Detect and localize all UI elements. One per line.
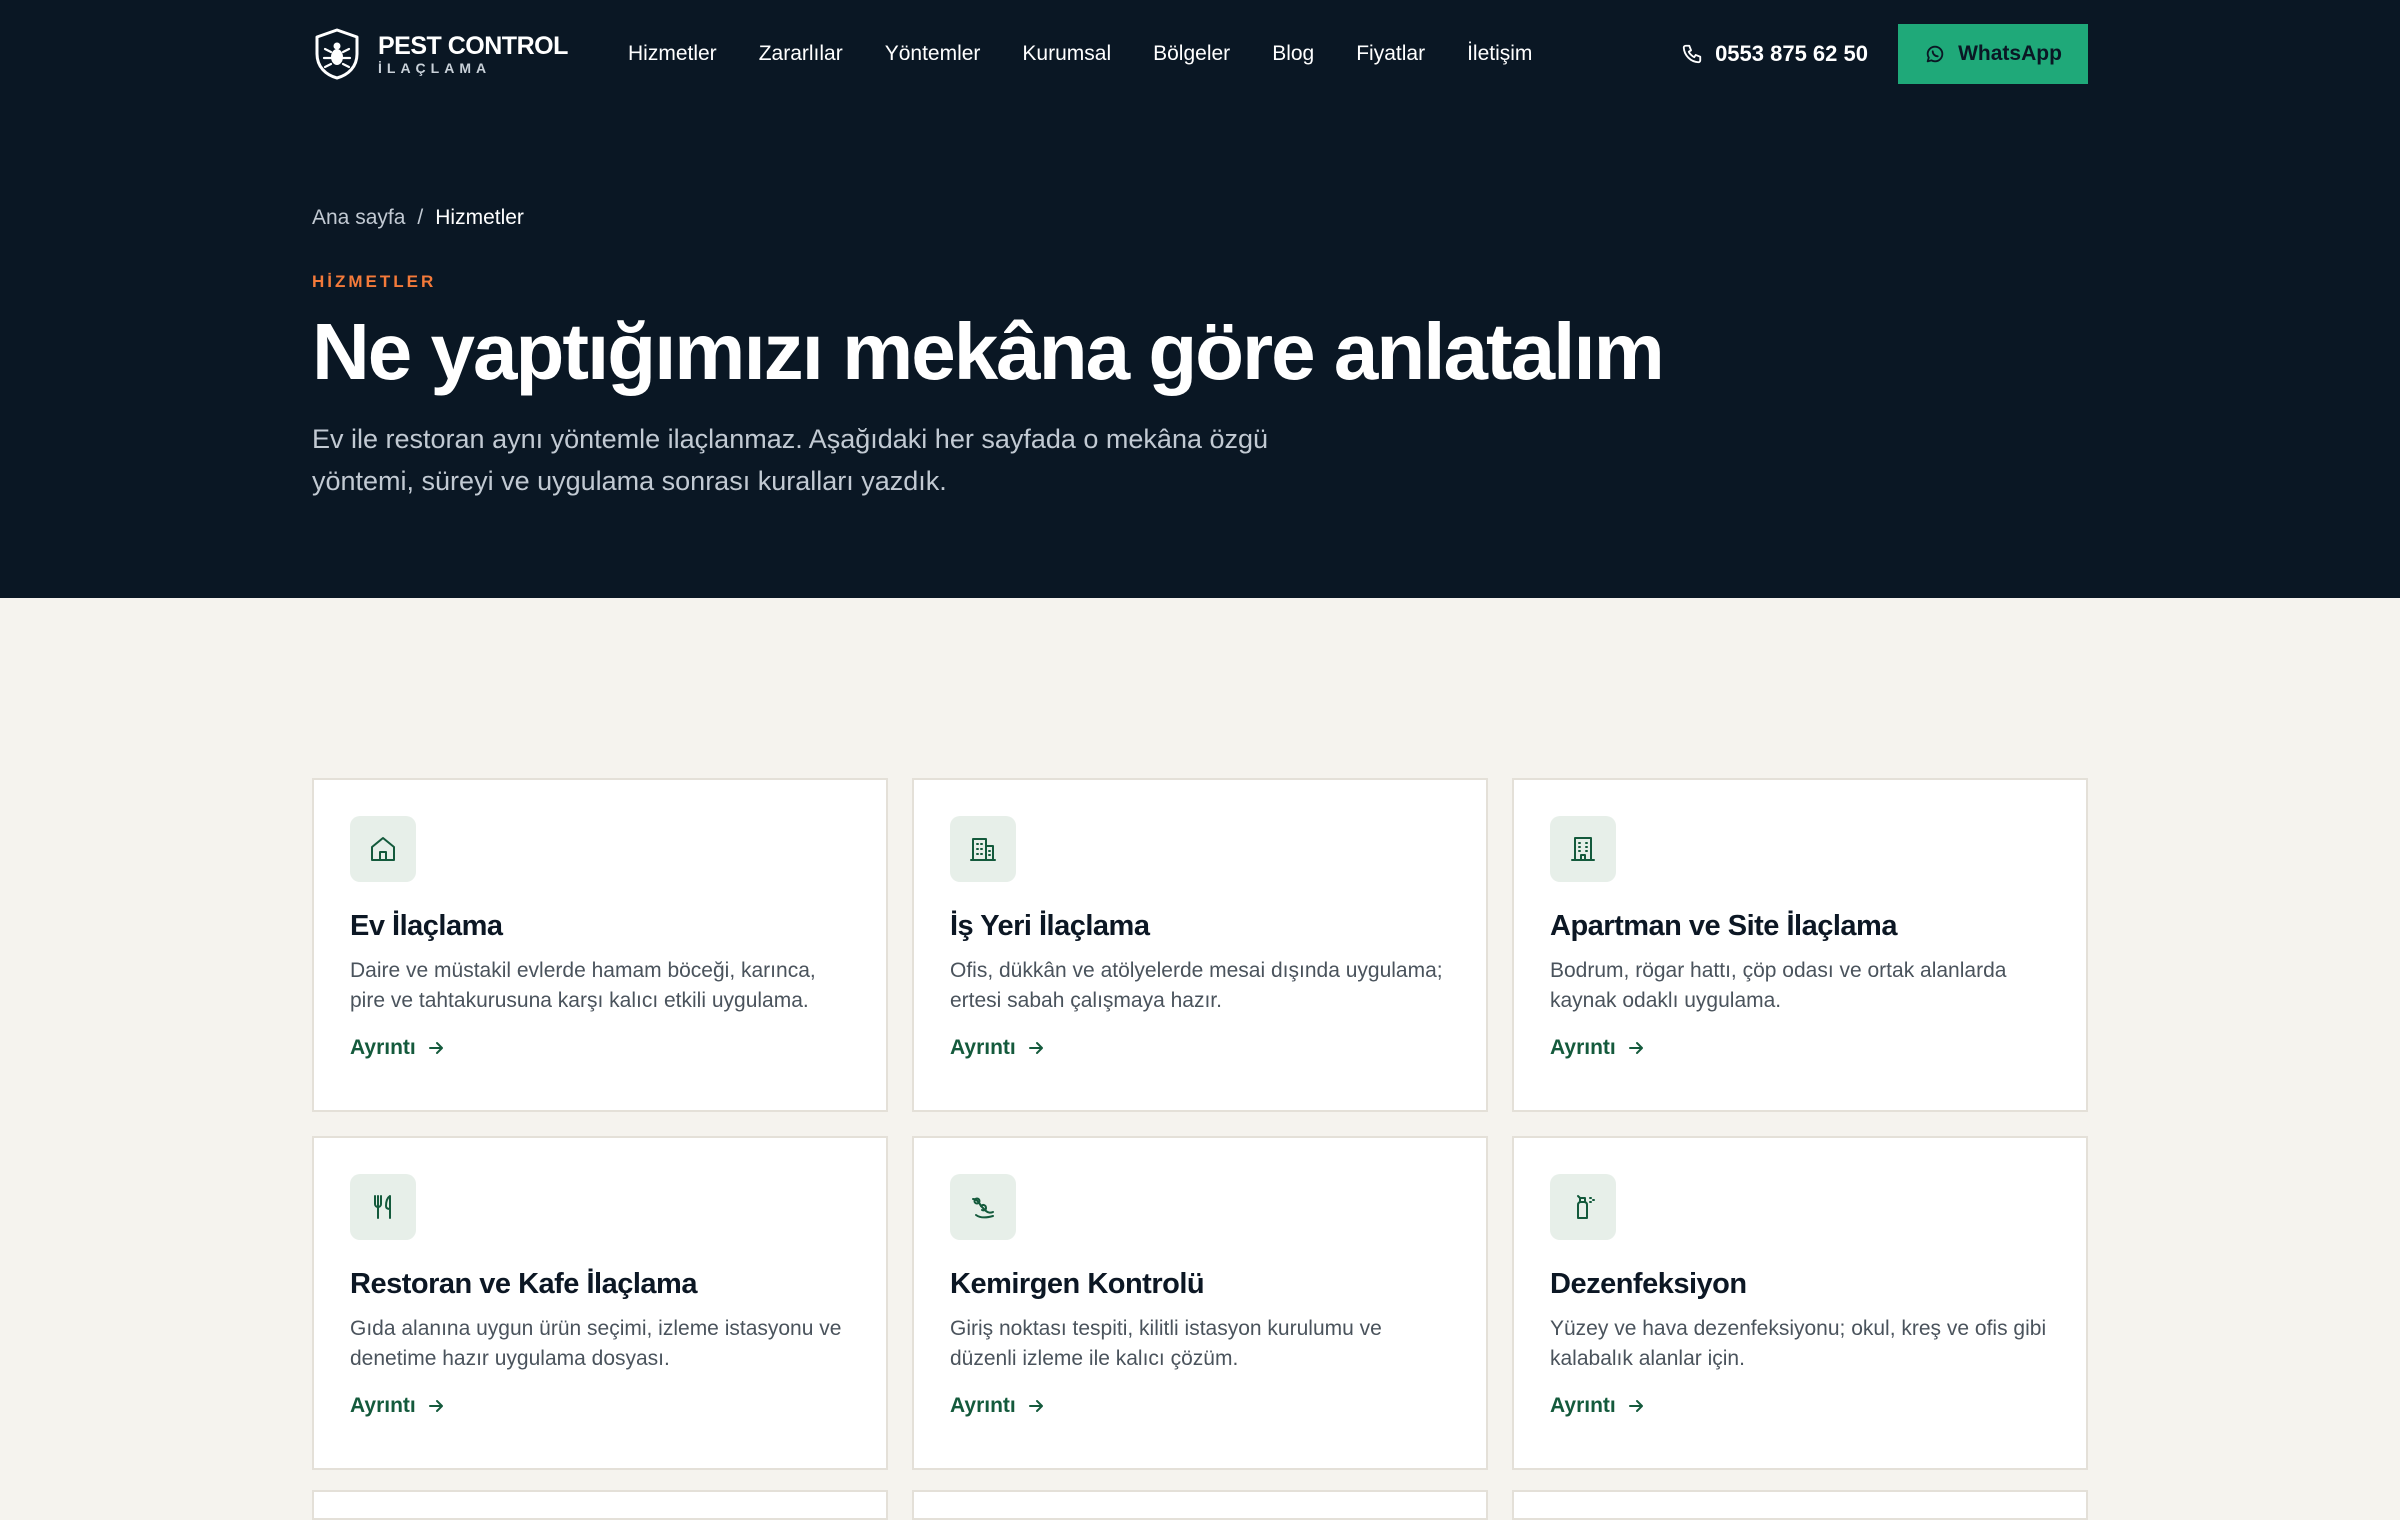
breadcrumb-home[interactable]: Ana sayfa: [312, 206, 405, 230]
nav-item-zararlilar[interactable]: Zararlılar: [759, 42, 843, 66]
service-card-partial[interactable]: [1512, 1490, 2088, 1520]
hero-section: PEST CONTROL İLAÇLAMA Hizmetler Zararlıl…: [0, 0, 2400, 598]
service-detail-link[interactable]: Ayrıntı: [1550, 1394, 1646, 1418]
main-menu: Hizmetler Zararlılar Yöntemler Kurumsal …: [628, 22, 1532, 86]
brand-text: PEST CONTROL İLAÇLAMA: [378, 32, 568, 76]
shield-bug-icon: [312, 27, 362, 81]
service-card-partial[interactable]: [912, 1490, 1488, 1520]
services-grid: Ev İlaçlama Daire ve müstakil evlerde ha…: [312, 778, 2088, 1470]
service-title: İş Yeri İlaçlama: [950, 910, 1150, 942]
nav-item-yontemler[interactable]: Yöntemler: [885, 42, 981, 66]
apartment-building-icon: [1550, 816, 1616, 882]
service-card-partial[interactable]: [312, 1490, 888, 1520]
service-title: Ev İlaçlama: [350, 910, 503, 942]
service-description: Yüzey ve hava dezenfeksiyonu; okul, kreş…: [1550, 1317, 2047, 1370]
detail-link-label: Ayrıntı: [350, 1394, 416, 1417]
service-card-apartman[interactable]: Apartman ve Site İlaçlama Bodrum, rögar …: [1512, 778, 2088, 1112]
service-detail-link[interactable]: Ayrıntı: [350, 1036, 446, 1060]
service-card-restoran[interactable]: Restoran ve Kafe İlaçlama Gıda alanına u…: [312, 1136, 888, 1470]
service-title: Restoran ve Kafe İlaçlama: [350, 1268, 697, 1300]
top-navigation: PEST CONTROL İLAÇLAMA Hizmetler Zararlıl…: [312, 22, 2088, 86]
nav-item-blog[interactable]: Blog: [1272, 42, 1314, 66]
breadcrumb: Ana sayfa / Hizmetler: [312, 206, 524, 230]
service-detail-link[interactable]: Ayrıntı: [950, 1394, 1046, 1418]
whatsapp-icon: [1924, 43, 1946, 65]
service-card-dezenfeksiyon[interactable]: Dezenfeksiyon Yüzey ve hava dezenfeksiyo…: [1512, 1136, 2088, 1470]
breadcrumb-current: Hizmetler: [435, 206, 524, 229]
detail-link-label: Ayrıntı: [950, 1036, 1016, 1059]
spray-bottle-icon: [1550, 1174, 1616, 1240]
arrow-right-icon: [426, 1038, 446, 1058]
whatsapp-button[interactable]: WhatsApp: [1898, 24, 2088, 84]
nav-item-iletisim[interactable]: İletişim: [1467, 42, 1532, 66]
service-title: Apartman ve Site İlaçlama: [1550, 910, 1897, 942]
utensils-icon: [350, 1174, 416, 1240]
service-detail-link[interactable]: Ayrıntı: [1550, 1036, 1646, 1060]
page-description: Ev ile restoran aynı yöntemle ilaçlanmaz…: [312, 424, 1269, 496]
page-title: Ne yaptığımızı mekâna göre anlatalım: [312, 307, 1665, 396]
detail-link-label: Ayrıntı: [1550, 1394, 1616, 1417]
detail-link-label: Ayrıntı: [350, 1036, 416, 1059]
arrow-right-icon: [1626, 1396, 1646, 1416]
service-title: Dezenfeksiyon: [1550, 1268, 1747, 1300]
arrow-right-icon: [1626, 1038, 1646, 1058]
arrow-right-icon: [1026, 1038, 1046, 1058]
brand-title: PEST CONTROL: [378, 32, 568, 60]
service-title: Kemirgen Kontrolü: [950, 1268, 1205, 1300]
brand-subtitle: İLAÇLAMA: [378, 60, 492, 76]
detail-link-label: Ayrıntı: [950, 1394, 1016, 1417]
nav-item-bolgeler[interactable]: Bölgeler: [1153, 42, 1230, 66]
service-description: Giriş noktası tespiti, kilitli istasyon …: [950, 1317, 1382, 1370]
brand-logo[interactable]: PEST CONTROL İLAÇLAMA: [312, 22, 628, 86]
nav-item-kurumsal[interactable]: Kurumsal: [1022, 42, 1111, 66]
nav-contact: 0553 875 62 50 WhatsApp: [1681, 24, 2088, 84]
rodent-icon: [950, 1174, 1016, 1240]
office-building-icon: [950, 816, 1016, 882]
phone-link[interactable]: 0553 875 62 50: [1681, 41, 1868, 67]
service-detail-link[interactable]: Ayrıntı: [950, 1036, 1046, 1060]
nav-item-fiyatlar[interactable]: Fiyatlar: [1356, 42, 1425, 66]
nav-item-hizmetler[interactable]: Hizmetler: [628, 42, 717, 66]
service-detail-link[interactable]: Ayrıntı: [350, 1394, 446, 1418]
service-description: Gıda alanına uygun ürün seçimi, izleme i…: [350, 1317, 842, 1370]
breadcrumb-separator: /: [417, 206, 424, 229]
home-icon: [350, 816, 416, 882]
section-eyebrow: HİZMETLER: [312, 272, 437, 291]
detail-link-label: Ayrıntı: [1550, 1036, 1616, 1059]
arrow-right-icon: [426, 1396, 446, 1416]
whatsapp-label: WhatsApp: [1958, 42, 2062, 65]
service-card-ev[interactable]: Ev İlaçlama Daire ve müstakil evlerde ha…: [312, 778, 888, 1112]
service-description: Daire ve müstakil evlerde hamam böceği, …: [350, 959, 816, 1012]
service-card-is-yeri[interactable]: İş Yeri İlaçlama Ofis, dükkân ve atölyel…: [912, 778, 1488, 1112]
service-card-kemirgen[interactable]: Kemirgen Kontrolü Giriş noktası tespiti,…: [912, 1136, 1488, 1470]
phone-icon: [1681, 43, 1703, 65]
arrow-right-icon: [1026, 1396, 1046, 1416]
service-description: Bodrum, rögar hattı, çöp odası ve ortak …: [1550, 959, 2007, 1012]
phone-number: 0553 875 62 50: [1715, 41, 1868, 66]
service-description: Ofis, dükkân ve atölyelerde mesai dışınd…: [950, 959, 1443, 1012]
